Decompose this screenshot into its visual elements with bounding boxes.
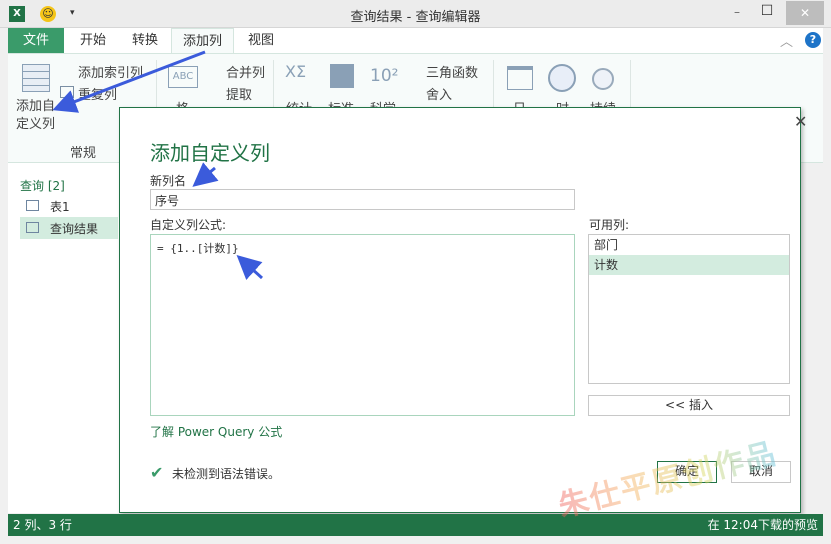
scientific-icon: 10²: [370, 66, 399, 86]
column-item-selected[interactable]: 计数: [589, 255, 789, 275]
collapse-ribbon-icon[interactable]: ︿: [780, 31, 793, 50]
query-item-label: 表1: [50, 200, 70, 214]
add-custom-column-icon[interactable]: [22, 64, 50, 92]
query-item[interactable]: 表1: [20, 195, 118, 217]
tab-home[interactable]: 开始: [68, 28, 118, 53]
status-bar: 2 列、3 行 在 12:04下载的预览: [8, 514, 823, 536]
format-icon[interactable]: ABC: [168, 66, 198, 88]
insert-button[interactable]: << 插入: [588, 395, 790, 416]
new-column-name-input[interactable]: 序号: [150, 189, 575, 210]
new-column-name-label: 新列名: [150, 174, 187, 188]
syntax-status-message: 未检测到语法错误。: [172, 467, 281, 481]
add-custom-column-button[interactable]: 添加自 定义列: [16, 98, 55, 134]
standard-icon: [330, 64, 354, 88]
title-bar: X ☺ ▾ 查询结果 - 查询编辑器 – ☐ ✕: [0, 0, 831, 28]
available-columns-list[interactable]: 部门 计数: [588, 234, 790, 384]
tab-transform[interactable]: 转换: [120, 28, 170, 53]
query-item-label: 查询结果: [50, 222, 99, 236]
status-row-count: 2 列、3 行: [13, 518, 72, 532]
statistics-icon: XΣ: [285, 62, 307, 81]
tab-file[interactable]: 文件: [8, 28, 64, 53]
add-index-column-button[interactable]: 添加索引列: [78, 62, 143, 81]
column-item[interactable]: 部门: [589, 235, 789, 255]
formula-label: 自定义列公式:: [150, 218, 227, 232]
close-button[interactable]: ✕: [786, 1, 824, 25]
table-icon: [26, 222, 39, 233]
status-preview-time: 在 12:04下载的预览: [707, 518, 818, 532]
formula-textarea[interactable]: = {1..[计数]}: [150, 234, 575, 416]
stopwatch-icon: [592, 68, 614, 90]
merge-columns-button[interactable]: 合并列: [226, 62, 265, 81]
query-item-selected[interactable]: 查询结果: [20, 217, 118, 239]
duplicate-column-icon: [60, 86, 74, 98]
table-icon: [26, 200, 39, 211]
cancel-button[interactable]: 取消: [731, 461, 791, 483]
ok-button[interactable]: 确定: [657, 461, 717, 483]
add-custom-column-dialog: ✕ 添加自定义列 新列名 序号 自定义列公式: = {1..[计数]} 可用列:…: [119, 107, 807, 513]
maximize-button[interactable]: ☐: [752, 3, 782, 19]
queries-header: 查询 [2]: [20, 179, 65, 193]
tab-add-column[interactable]: 添加列: [171, 28, 234, 54]
round-button[interactable]: 舍入: [426, 84, 452, 103]
date-icon: [507, 66, 533, 90]
window-title: 查询结果 - 查询编辑器: [350, 10, 481, 25]
queries-pane: 查询 [2] 表1 查询结果: [8, 163, 120, 513]
clock-icon: [548, 64, 576, 92]
tab-view[interactable]: 视图: [236, 28, 286, 53]
extract-button[interactable]: 提取: [226, 84, 252, 103]
trigonometry-button[interactable]: 三角函数: [426, 62, 478, 81]
help-icon[interactable]: ?: [805, 32, 821, 48]
group-label-general: 常规: [70, 146, 97, 161]
available-columns-label: 可用列:: [589, 218, 630, 232]
dialog-close-button[interactable]: ✕: [794, 112, 807, 131]
learn-formula-link[interactable]: 了解 Power Query 公式: [150, 423, 282, 440]
duplicate-column-button[interactable]: 重复列: [78, 84, 117, 103]
ribbon-tabs: 文件 开始 转换 添加列 视图 ︿ ?: [8, 28, 823, 54]
dialog-title: 添加自定义列: [150, 141, 270, 165]
minimize-button[interactable]: –: [722, 5, 752, 19]
check-icon: ✔: [150, 463, 164, 482]
